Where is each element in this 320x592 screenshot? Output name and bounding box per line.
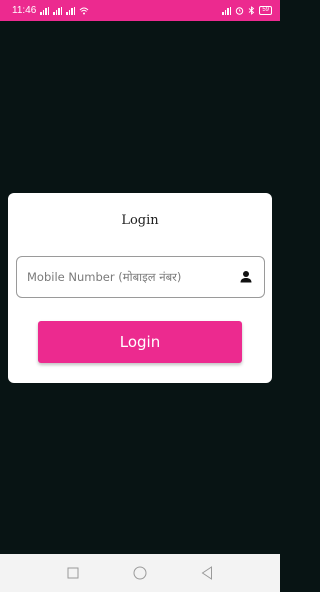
battery-level: 59 <box>262 7 269 13</box>
home-button[interactable] <box>130 563 150 583</box>
login-title: Login <box>121 213 159 228</box>
login-button[interactable]: Login <box>38 321 242 363</box>
alarm-icon <box>236 7 244 15</box>
status-right: 59 <box>222 6 272 15</box>
recents-square-icon <box>67 567 79 579</box>
status-time: 11:46 <box>12 5 37 16</box>
back-button[interactable] <box>197 563 217 583</box>
navigation-bar <box>0 554 280 592</box>
bluetooth-icon <box>249 6 255 15</box>
mobile-number-input[interactable] <box>27 270 238 284</box>
signal-icon <box>222 6 232 15</box>
signal-icon <box>66 6 76 15</box>
back-triangle-icon <box>201 566 212 580</box>
recents-button[interactable] <box>63 563 83 583</box>
signal-icon <box>40 6 50 15</box>
status-left: 11:46 <box>12 5 89 16</box>
home-circle-icon <box>133 566 147 580</box>
signal-icon <box>53 6 63 15</box>
mobile-number-field[interactable] <box>16 256 265 298</box>
battery-icon: 59 <box>259 6 272 15</box>
status-bar: 11:46 59 <box>0 0 280 21</box>
wifi-icon <box>79 7 89 14</box>
app-screen: Login Login <box>0 21 280 554</box>
person-icon <box>240 271 252 283</box>
login-card: Login Login <box>8 193 272 383</box>
